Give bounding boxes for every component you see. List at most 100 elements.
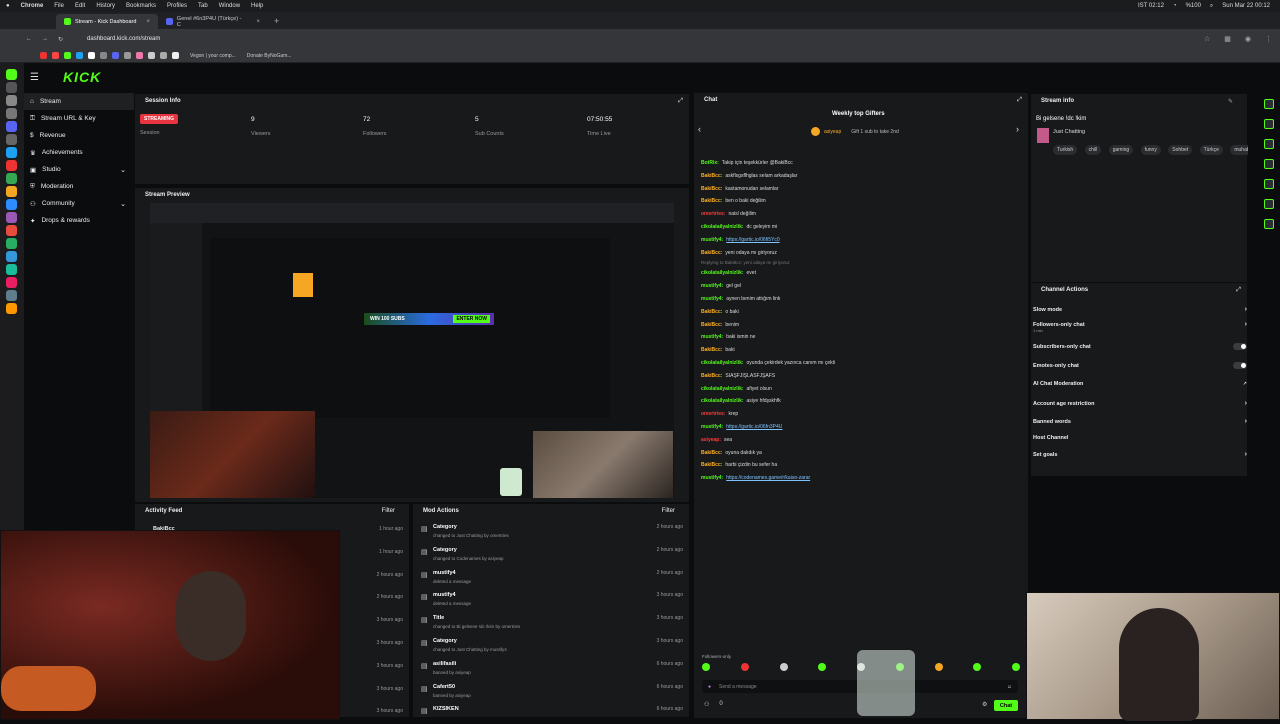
toggle-switch[interactable]	[1233, 362, 1247, 369]
chat-username[interactable]: cikolatailyalnizlik:	[701, 270, 744, 276]
stream-preview-video[interactable]: WIN 100 SUBS ENTER NOW	[150, 203, 674, 498]
browser-tab-discord[interactable]: Genel #6n3P4U (Türkçe) - C ×	[158, 14, 268, 29]
rail-stream-icon[interactable]	[1264, 99, 1274, 109]
sidebar-item-community[interactable]: ⚇ Community ⌄	[24, 195, 134, 212]
chat-message[interactable]: cikolatailyalnizlik: afiyet olsun	[701, 386, 772, 392]
apple-icon[interactable]: ●	[6, 3, 10, 9]
dock-app-icon[interactable]	[6, 277, 17, 288]
tag-pill[interactable]: Türkçe	[1199, 145, 1223, 155]
dock-app-icon[interactable]	[6, 225, 17, 236]
chat-message[interactable]: cikolatailyalnizlik: evet	[701, 270, 756, 276]
bookmark-icon[interactable]	[148, 52, 155, 59]
sidebar-item-stream-url[interactable]: ⚿ Stream URL & Key	[24, 110, 134, 127]
reload-icon[interactable]: ↻	[58, 36, 63, 43]
kick-bookmark-icon[interactable]	[64, 52, 71, 59]
mod-action-row[interactable]: ▤ Category changed to Just Chatting by ome…	[421, 522, 683, 542]
system-clock[interactable]: Sun Mar 22 00:12	[1222, 3, 1270, 9]
battery-label[interactable]: %100	[1186, 3, 1201, 9]
chevron-right-icon[interactable]: ›	[1245, 400, 1247, 407]
dock-app-icon[interactable]	[6, 290, 17, 301]
menu-history[interactable]: History	[96, 3, 115, 9]
gift-note[interactable]: Gift 1 sub to take 2nd	[851, 129, 899, 135]
emote-icon[interactable]	[934, 663, 943, 671]
tag-pill[interactable]: funny	[1140, 145, 1161, 155]
sidebar-item-stream[interactable]: ⌂ Stream	[24, 93, 134, 110]
viewers-icon[interactable]: ⚇	[704, 701, 709, 708]
rail-grid-icon[interactable]	[1264, 199, 1274, 209]
sidebar-item-moderation[interactable]: ⛨ Moderation	[24, 178, 134, 195]
chevron-right-icon[interactable]: ›	[1245, 306, 1247, 313]
popout-icon[interactable]: ⤢	[1017, 97, 1022, 104]
more-icon[interactable]: ⋮	[1265, 35, 1272, 43]
chat-username[interactable]: BakiBcc:	[701, 347, 722, 353]
bookmark-icon[interactable]	[100, 52, 107, 59]
channel-action-ai-chat-moderation[interactable]: AI Chat Moderation ↗	[1033, 381, 1247, 387]
emote-icon[interactable]	[973, 663, 982, 671]
chat-username[interactable]: BakiBcc:	[701, 250, 722, 256]
emote-icon[interactable]	[1012, 663, 1020, 671]
chat-message[interactable]: BakiBcc: oyuna dalıdık ya	[701, 450, 762, 456]
sidebar-item-revenue[interactable]: $ Revenue	[24, 127, 134, 144]
menu-icon[interactable]: ☰	[30, 72, 39, 83]
chat-username[interactable]: BotRix:	[701, 160, 719, 166]
chat-message[interactable]: BakiBcc: askflsgsflhglas selam arkadaşlar	[701, 173, 797, 179]
chat-message[interactable]: mustify4: aynen benim attığım link	[701, 296, 780, 302]
extensions-icon[interactable]: ▦	[1224, 35, 1231, 43]
chat-username[interactable]: BakiBcc:	[701, 322, 722, 328]
menu-bookmarks[interactable]: Bookmarks	[126, 3, 156, 9]
top-gifter-name[interactable]: asiyeap	[824, 129, 841, 135]
mod-filter-button[interactable]: Filter	[662, 508, 675, 514]
tag-pill[interactable]: chill	[1084, 145, 1102, 155]
chat-message[interactable]: cikolatailyalnizlik: asiye hfdşskhfk	[701, 398, 781, 404]
emote-icon[interactable]	[818, 663, 827, 671]
chat-message[interactable]: mustify4: baki ismin ne	[701, 334, 755, 340]
emote-icon[interactable]	[702, 663, 710, 671]
tag-pill[interactable]: Turkish	[1053, 145, 1078, 155]
chat-username[interactable]: BakiBcc:	[701, 186, 722, 192]
chevron-right-icon[interactable]: ›	[1016, 124, 1019, 134]
channel-action-banned-words[interactable]: Banned words ›	[1033, 418, 1247, 425]
kick-logo[interactable]: KICK	[63, 69, 101, 85]
mod-action-row[interactable]: ▤ Category changed to Just Chatting by mus…	[421, 636, 683, 656]
menu-window[interactable]: Window	[219, 3, 240, 9]
chat-link[interactable]: https://codenames.game/r/kaiso-zarar	[726, 475, 810, 481]
dock-app-icon[interactable]	[6, 147, 17, 158]
toggle-switch[interactable]	[1233, 343, 1247, 350]
bookmark-icon[interactable]	[136, 52, 143, 59]
chat-username[interactable]: asiyeap:	[701, 437, 721, 443]
chat-message[interactable]: BakiBcc: yeni odaya mı giriyoruz	[701, 250, 777, 256]
profile-icon[interactable]: ◉	[1245, 35, 1251, 43]
dock-app-icon[interactable]	[6, 186, 17, 197]
chat-username[interactable]: mustify4:	[701, 237, 723, 243]
wifi-icon[interactable]: ◔	[1173, 3, 1177, 9]
chat-message[interactable]: omertries: naisl değilim	[701, 211, 756, 217]
chat-username[interactable]: BakiBcc:	[701, 198, 722, 204]
dock-app-icon[interactable]	[6, 303, 17, 314]
chat-message[interactable]: mustify4: https://gartic.io/06fn3P4U	[701, 424, 782, 430]
dock-app-icon[interactable]	[6, 160, 17, 171]
external-link-icon[interactable]: ↗	[1243, 381, 1247, 387]
sidebar-item-drops[interactable]: ✦ Drops & rewards	[24, 212, 134, 229]
stream-category[interactable]: Just Chatting	[1053, 129, 1085, 135]
menu-profiles[interactable]: Profiles	[167, 3, 187, 9]
channel-action-host-channel[interactable]: Host Channel	[1033, 435, 1247, 441]
mod-action-row[interactable]: ▤ Cafert50 banned by asiyeap 6 hours ago	[421, 682, 683, 702]
mod-action-row[interactable]: ▤ Category changed to Codenames by asiyeap…	[421, 545, 683, 565]
emote-icon[interactable]	[779, 663, 788, 671]
chat-username[interactable]: BakiBcc:	[701, 309, 722, 315]
mod-action-row[interactable]: ▤ Title changed to Bi gelsene !dc !kim by …	[421, 613, 683, 633]
chat-username[interactable]: mustify4:	[701, 475, 723, 481]
mod-action-row[interactable]: ▤ mustify4 deleted a message 2 hours ago	[421, 568, 683, 588]
chat-link[interactable]: https://gartic.io/06fn3P4U	[726, 424, 782, 430]
tag-pill[interactable]: Sohbet	[1168, 145, 1193, 155]
menu-edit[interactable]: Edit	[75, 3, 85, 9]
chat-link[interactable]: https://gartic.io/06fi5Yc0	[726, 237, 779, 243]
emote-picker-icon[interactable]: ●	[708, 684, 711, 690]
menu-file[interactable]: File	[54, 3, 64, 9]
chevron-left-icon[interactable]: ‹	[698, 124, 701, 134]
close-tab-icon[interactable]: ×	[146, 19, 150, 25]
chat-message[interactable]: cikolatailyalnizlik: oyunda çekirdek yazı…	[701, 360, 835, 366]
mod-action-row[interactable]: ▤ KIZSIKEN 6 hours ago	[421, 704, 683, 724]
chat-message[interactable]: BotRix: Takip için teşekkürler @BakiBcc	[701, 160, 793, 166]
rail-notes-icon[interactable]	[1264, 139, 1274, 149]
